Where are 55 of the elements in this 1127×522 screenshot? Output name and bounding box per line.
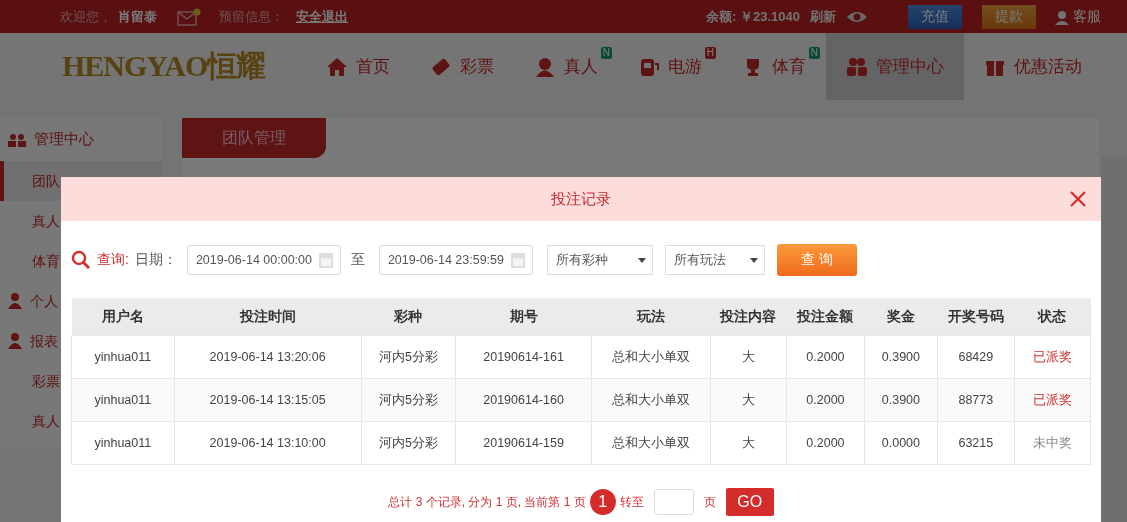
table-cell: 总和大小单双 — [591, 335, 711, 379]
table-cell: 0.2000 — [786, 335, 865, 379]
table-cell: 2019-06-14 13:20:06 — [174, 335, 362, 379]
sidebar-title: 管理中心 — [34, 130, 94, 149]
column-header: 玩法 — [591, 298, 711, 336]
table-cell: 大 — [710, 378, 787, 422]
status-cell: 未中奖 — [1014, 421, 1091, 465]
table-cell: 0.2000 — [786, 378, 865, 422]
column-header: 开奖号码 — [937, 298, 1015, 336]
table-cell: 大 — [710, 335, 787, 379]
goto-label: 转至 — [619, 493, 644, 511]
column-header: 奖金 — [864, 298, 938, 336]
page-unit: 页 — [703, 493, 716, 511]
table-cell: yinhua011 — [71, 421, 175, 465]
column-header: 期号 — [455, 298, 592, 336]
column-header: 用户名 — [71, 298, 175, 336]
table-cell: 2019-06-14 13:15:05 — [174, 378, 362, 422]
table-cell: 总和大小单双 — [591, 378, 711, 422]
balance-text: 余额: ￥23.1040 — [706, 7, 800, 26]
table-cell: 2019-06-14 13:10:00 — [174, 421, 362, 465]
query-label: 查询: — [97, 251, 129, 269]
table-cell: 0.0000 — [864, 421, 938, 465]
table-cell: 20190614-159 — [455, 421, 592, 465]
table-cell: 总和大小单双 — [591, 421, 711, 465]
table-cell: 88773 — [937, 378, 1015, 422]
table-cell: 0.3900 — [864, 335, 938, 379]
greeting-text: 欢迎您， — [60, 7, 112, 26]
status-cell: 已派奖 — [1014, 378, 1091, 422]
column-header: 投注时间 — [174, 298, 362, 336]
table-cell: 0.2000 — [786, 421, 865, 465]
table-cell: 大 — [710, 421, 787, 465]
table-cell: 20190614-160 — [455, 378, 592, 422]
table-cell: 63215 — [937, 421, 1015, 465]
column-header: 状态 — [1014, 298, 1091, 336]
table-cell: yinhua011 — [71, 378, 175, 422]
status-cell: 已派奖 — [1014, 335, 1091, 379]
pagination-summary: 总计 3 个记录, 分为 1 页, 当前第 1 页 — [388, 493, 586, 511]
nav-badge: H — [704, 47, 716, 59]
table-cell: 河内5分彩 — [361, 421, 456, 465]
nav-badge: N — [808, 47, 820, 59]
username: 肖留泰 — [118, 7, 157, 26]
column-header: 投注金额 — [786, 298, 865, 336]
table-cell: 河内5分彩 — [361, 335, 456, 379]
column-header: 彩种 — [361, 298, 456, 336]
table-cell: 0.3900 — [864, 378, 938, 422]
date-label: 日期： — [134, 251, 177, 269]
nav-badge: N — [600, 47, 612, 59]
table-cell: 河内5分彩 — [361, 378, 456, 422]
table-cell: 68429 — [937, 335, 1015, 379]
table-cell: 20190614-161 — [455, 335, 592, 379]
column-header: 投注内容 — [710, 298, 787, 336]
modal-title: 投注记录 — [551, 189, 611, 209]
table-cell: yinhua011 — [71, 335, 175, 379]
range-separator: 至 — [350, 251, 365, 269]
notice-label: 预留信息： — [219, 7, 284, 26]
